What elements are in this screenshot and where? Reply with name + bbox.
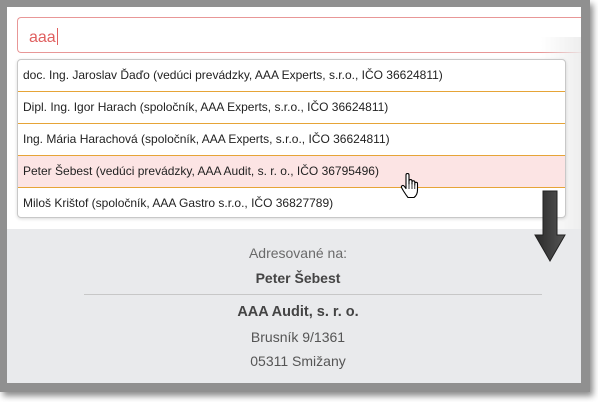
dropdown-item[interactable]: doc. Ing. Jaroslav Ďaďo (vedúci prevádzk… (18, 60, 565, 92)
hand-pointer-icon (400, 173, 419, 199)
down-arrow-icon (534, 190, 566, 263)
dropdown-item-label: Miloš Krištof (spoločník, AAA Gastro s.r… (23, 196, 334, 210)
screenshot-frame: aaa Adresované na: Peter Šebest AAA Audi… (0, 0, 590, 392)
address-divider (84, 294, 542, 295)
street-address: Brusník 9/1361 (250, 329, 346, 345)
dropdown-item[interactable]: Dipl. Ing. Igor Harach (spoločník, AAA E… (18, 92, 565, 124)
dropdown-item[interactable]: Ing. Mária Harachová (spoločník, AAA Exp… (18, 124, 565, 156)
dropdown-item-label: Dipl. Ing. Igor Harach (spoločník, AAA E… (23, 100, 389, 114)
address-label: Adresované na: (248, 245, 348, 261)
address-panel: Adresované na: Peter Šebest AAA Audit, s… (7, 229, 581, 383)
text-caret (56, 28, 58, 45)
dropdown-item-label: doc. Ing. Jaroslav Ďaďo (vedúci prevádzk… (23, 68, 443, 82)
autocomplete-dropdown: doc. Ing. Jaroslav Ďaďo (vedúci prevádzk… (17, 59, 566, 218)
search-input-value: aaa (29, 28, 58, 46)
city-address: 05311 Smižany (250, 353, 346, 369)
dropdown-item-highlighted[interactable]: Peter Šebest (vedúci prevádzky, AAA Audi… (18, 156, 565, 188)
search-input[interactable]: aaa (17, 17, 581, 53)
company-name: AAA Audit, s. r. o. (237, 304, 359, 320)
recipient-name: Peter Šebest (255, 270, 341, 286)
dropdown-item-label: Ing. Mária Harachová (spoločník, AAA Exp… (23, 132, 390, 146)
dropdown-item-label: Peter Šebest (vedúci prevádzky, AAA Audi… (23, 164, 379, 178)
dropdown-item[interactable]: Miloš Krištof (spoločník, AAA Gastro s.r… (18, 188, 565, 217)
